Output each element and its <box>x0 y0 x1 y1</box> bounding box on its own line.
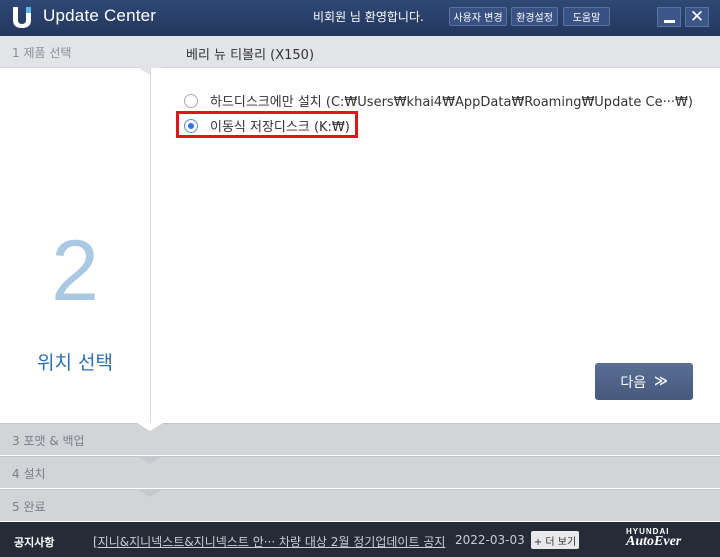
step-4-bar[interactable]: 4 설치 <box>0 456 720 488</box>
step-2-panel: 2 위치 선택 <box>0 68 150 423</box>
step-notch-icon <box>137 423 163 431</box>
selected-product: 베리 뉴 티볼리 (X150) <box>186 48 315 63</box>
welcome-text: 비회원 님 환영합니다. <box>313 10 424 24</box>
step-title: 위치 선택 <box>37 352 113 374</box>
step-1-label: 1 제품 선택 <box>12 46 72 60</box>
minimize-icon[interactable] <box>657 7 681 27</box>
step-3-bar[interactable]: 3 포맷 & 백업 <box>0 423 720 455</box>
option-hard-disk[interactable]: 하드디스크에만 설치 (C:₩Users₩khai4₩AppData₩Roami… <box>184 91 693 110</box>
change-user-button[interactable]: 사용자 변경 <box>449 7 507 26</box>
notice-label: 공지사항 <box>14 536 55 549</box>
footer-bar: 공지사항 [지니&지니넥스트&지니넥스트 안··· 차량 대상 2월 정기업데이… <box>0 522 720 557</box>
radio-hard-disk[interactable] <box>184 93 198 108</box>
app-title: Update Center <box>43 6 157 25</box>
help-button[interactable]: 도움말 <box>563 7 610 26</box>
step-1-bar[interactable]: 1 제품 선택 베리 뉴 티볼리 (X150) <box>0 36 720 68</box>
step-5-bar[interactable]: 5 완료 <box>0 489 720 521</box>
option-hard-disk-label: 하드디스크에만 설치 (C:₩Users₩khai4₩AppData₩Roami… <box>210 95 693 110</box>
notice-link[interactable]: [지니&지니넥스트&지니넥스트 안··· 차량 대상 2월 정기업데이트 공지 <box>93 533 445 550</box>
step-notch-icon <box>137 489 163 497</box>
close-icon[interactable]: ✕ <box>685 7 709 27</box>
settings-button[interactable]: 환경설정 <box>511 7 558 26</box>
step-4-label: 4 설치 <box>12 467 46 481</box>
step-5-label: 5 완료 <box>12 500 46 514</box>
more-button[interactable]: + 더 보기 <box>531 531 579 549</box>
next-button-label: 다음 <box>620 374 647 391</box>
title-bar: Update Center 비회원 님 환영합니다. 사용자 변경 환경설정 도… <box>0 0 720 36</box>
brand-bottom: AutoEver <box>626 534 682 549</box>
app-logo-icon <box>13 7 31 28</box>
step-number: 2 <box>51 223 99 319</box>
highlight-box <box>176 111 358 138</box>
step-3-label: 3 포맷 & 백업 <box>12 434 85 448</box>
notice-date: 2022-03-03 <box>455 533 525 547</box>
next-button[interactable]: 다음 ≫ <box>595 363 693 400</box>
step-notch-icon <box>137 456 163 464</box>
brand-logo: HYUNDAI AutoEver <box>626 527 681 550</box>
double-chevron-down-icon: ≫ <box>654 374 668 389</box>
